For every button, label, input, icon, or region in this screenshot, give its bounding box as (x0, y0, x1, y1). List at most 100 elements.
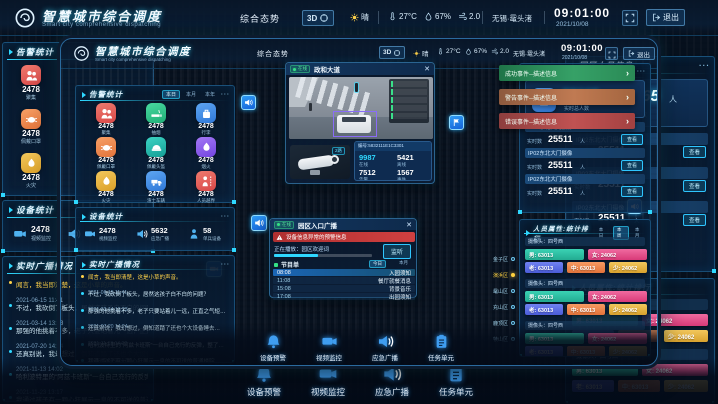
alarm-tile-label: 火灾 (26, 182, 36, 189)
compass-icon (393, 49, 401, 57)
zone-item[interactable]: 充山区 (471, 299, 515, 315)
exit-button[interactable]: 退出 (623, 47, 655, 60)
exit-button[interactable]: 退出 (646, 9, 685, 26)
online-dot-icon (293, 68, 296, 71)
online-status-badge: 在线 (274, 221, 294, 229)
zone-item[interactable]: 金子区 (471, 251, 515, 267)
tab-week[interactable] (388, 260, 394, 268)
alarm-tile[interactable]: 2478渣土车辆 (132, 171, 180, 204)
map-marker-flag[interactable] (449, 115, 464, 130)
panel-underline (80, 269, 230, 270)
schedule-row[interactable]: 08:08 入园须知 (273, 269, 415, 276)
dock-item-broadcast[interactable]: 应急广播 (361, 333, 409, 362)
weather-label: 晴 (361, 12, 369, 23)
alarm-tile[interactable]: 2478抽烟 (132, 103, 180, 136)
schedule-row[interactable]: 11:08 餐厅就餐消息 (273, 277, 415, 284)
view-3d-toggle[interactable]: 3D (302, 10, 334, 26)
view-button[interactable]: 查看 (621, 134, 643, 145)
close-icon[interactable]: ✕ (424, 65, 430, 73)
schedule-row[interactable]: 15:08 背景音乐 (273, 285, 415, 292)
attr-chip-mid[interactable]: 中: 63013 (567, 304, 605, 315)
dock-item-task[interactable]: 任务单元 (417, 333, 465, 362)
alarm-tile[interactable]: 2478佩戴头盔 (132, 137, 180, 170)
program-header: 节目单 (274, 260, 299, 269)
dock-item-broadcast[interactable]: 应急广播 (364, 364, 420, 398)
weather-label: 晴 (422, 48, 429, 58)
speaker-icon (136, 228, 148, 240)
attr-chip-female[interactable]: 女: 24062 (588, 291, 647, 302)
attr-chip-young[interactable]: 少: 24062 (664, 330, 708, 342)
toast-success[interactable]: 成功事件--描述信息 › (499, 65, 635, 81)
attr-chip-female[interactable]: 女: 24062 (588, 249, 647, 260)
alarm-tile[interactable]: 2478佩戴口罩 (82, 137, 130, 170)
alarm-tile[interactable]: 2478聚集 (82, 103, 130, 136)
schedule-row[interactable]: 17:08 出园须知 (273, 293, 415, 300)
schedule-time: 17:08 (277, 294, 291, 300)
dock-item-task[interactable]: 任务单元 (428, 364, 484, 398)
attr-chip-mid[interactable]: 中: 63013 (567, 262, 605, 273)
fire-icon (21, 153, 41, 173)
dock-item-video-monitor[interactable]: 视频监控 (300, 364, 356, 398)
alarm-tile[interactable]: 2478烟火 (182, 137, 230, 170)
tab-month[interactable]: 本月 (396, 260, 411, 268)
dock-item-device-alert[interactable]: 设备预警 (249, 333, 297, 362)
speaker-popup-header[interactable]: 在线 园区入口广播 ✕ (270, 219, 416, 230)
view-button[interactable]: 查看 (683, 146, 706, 158)
view-button[interactable]: 查看 (683, 214, 706, 226)
attr-chip-young[interactable]: 少: 24062 (609, 304, 647, 315)
gate-row-unit: 人 (580, 190, 585, 197)
tab-month[interactable]: 本月 (183, 91, 199, 98)
toast-warning[interactable]: 警告事件--描述信息 › (499, 89, 635, 105)
dock-item-device-alert[interactable]: 设备预警 (236, 364, 292, 398)
attr-chip-male[interactable]: 男: 63013 (525, 291, 584, 302)
tab-year[interactable]: 本年 (202, 91, 218, 98)
fullscreen-button[interactable] (622, 10, 638, 26)
alarm-tile[interactable]: 2478 聚集 (7, 65, 55, 101)
alarm-tile[interactable]: 2478火灾 (82, 171, 130, 204)
panel-menu-button[interactable]: ··· (221, 92, 230, 98)
program-title: 节目单 (281, 260, 299, 269)
alarm-tile[interactable]: 2478行李 (182, 103, 230, 136)
fullscreen-button[interactable] (605, 47, 618, 60)
location-label[interactable]: 无锡·鼋头渚 (492, 13, 532, 24)
alarm-tile[interactable]: 2478人员越界 (182, 171, 230, 204)
nav-item-overview[interactable]: 综合态势 (257, 49, 289, 59)
fg-device-panel: 设备统计··· 2478 视频监控 5632 应急广播 58 单兵设备 (75, 207, 235, 251)
view-button[interactable]: 查看 (621, 160, 643, 171)
map-marker-speaker[interactable] (251, 215, 267, 231)
zone-item[interactable]: 鼋山区 (471, 283, 515, 299)
attr-chip-male[interactable]: 男: 63013 (525, 249, 584, 260)
alarm-tile[interactable]: 2478 火灾 (7, 153, 55, 189)
attr-chip-young[interactable]: 少: 24062 (609, 262, 647, 273)
dock-item-video-monitor[interactable]: 视频监控 (305, 333, 353, 362)
detection-list (389, 79, 429, 123)
camera-lens-art (330, 155, 339, 164)
panel-menu-button[interactable]: ··· (221, 262, 230, 268)
attr-chip-old[interactable]: 老: 63013 (525, 262, 563, 273)
location-label[interactable]: 无锡·鼋头渚 (513, 49, 545, 58)
attr-chip-old[interactable]: 老: 63013 (525, 304, 563, 315)
fullscreen-icon (608, 51, 616, 59)
camera-popup-header[interactable]: 在线 政和大道 ✕ (286, 63, 434, 75)
tab-today[interactable]: 今日 (369, 260, 386, 268)
listen-button[interactable]: 监听 (383, 244, 411, 259)
weather-status: 晴 (413, 48, 429, 58)
view-3d-toggle[interactable]: 3D (379, 46, 405, 59)
close-icon[interactable]: ✕ (406, 221, 412, 229)
device-stat-value: 5632 (151, 226, 168, 235)
nav-item-overview[interactable]: 综合态势 (240, 12, 280, 25)
video-feed[interactable] (289, 77, 433, 139)
tab-today[interactable]: 本日 (162, 90, 180, 99)
toast-error[interactable]: 错误事件--描述信息 › (499, 113, 635, 129)
panel-menu-button[interactable]: ··· (699, 61, 710, 70)
zone-item-active[interactable]: 演浜区 (471, 267, 515, 283)
gate-row-value: 25511 (548, 134, 573, 144)
map-marker-speaker[interactable] (241, 95, 256, 110)
video-monitor-icon (321, 333, 338, 350)
panel-menu-button[interactable]: ··· (637, 69, 646, 75)
view-button[interactable]: 查看 (621, 186, 643, 197)
playback-progress-track[interactable] (274, 254, 372, 257)
view-button[interactable]: 查看 (683, 180, 706, 192)
alarm-tile[interactable]: 2478 佩戴口罩 (7, 109, 55, 145)
panel-menu-button[interactable]: ··· (221, 214, 230, 220)
